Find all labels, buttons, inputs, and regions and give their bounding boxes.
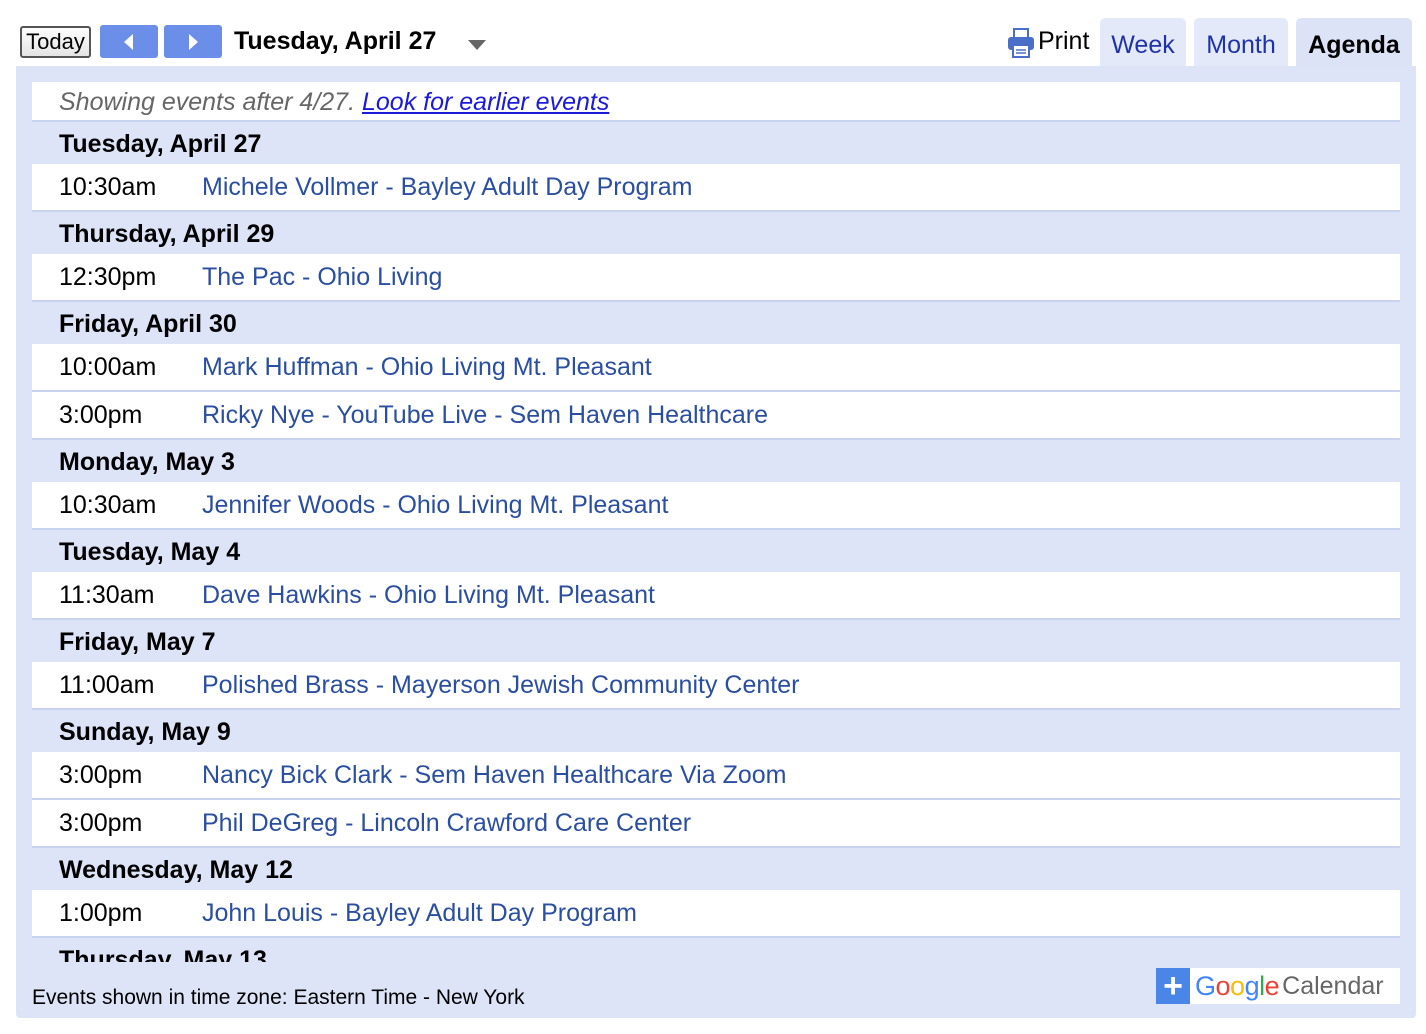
event-row[interactable]: 12:30pm The Pac - Ohio Living (32, 254, 1400, 302)
day-header: Sunday, May 9 (59, 718, 231, 746)
current-date-title: Tuesday, April 27 (234, 27, 437, 55)
event-row[interactable]: 10:30am Michele Vollmer - Bayley Adult Da… (32, 164, 1400, 212)
timezone-note: Events shown in time zone: Eastern Time … (32, 986, 525, 1009)
event-title-link[interactable]: Jennifer Woods - Ohio Living Mt. Pleasan… (202, 491, 668, 520)
previous-button[interactable] (100, 25, 158, 58)
calendar-wordmark: Calendar (1282, 971, 1384, 1000)
day-header: Tuesday, May 4 (59, 538, 241, 566)
event-time: 1:00pm (59, 898, 143, 927)
event-row[interactable]: 11:00am Polished Brass - Mayerson Jewish … (32, 662, 1400, 710)
event-title-link[interactable]: John Louis - Bayley Adult Day Program (202, 899, 637, 928)
event-title-link[interactable]: Polished Brass - Mayerson Jewish Communi… (202, 671, 799, 700)
event-time: 3:00pm (59, 760, 143, 789)
next-button[interactable] (164, 25, 222, 58)
event-title-link[interactable]: Phil DeGreg - Lincoln Crawford Care Cent… (202, 809, 691, 838)
event-title-link[interactable]: Nancy Bick Clark - Sem Haven Healthcare … (202, 761, 786, 790)
event-time: 10:00am (59, 352, 157, 381)
printer-icon (1008, 28, 1034, 58)
event-time: 12:30pm (59, 262, 157, 291)
calendar-widget: Today Tuesday, April 27 Print Week Month… (0, 0, 1426, 1034)
event-time: 3:00pm (59, 400, 143, 429)
tab-month[interactable]: Month (1194, 18, 1288, 66)
event-row[interactable]: 1:00pm John Louis - Bayley Adult Day Prog… (32, 890, 1400, 938)
event-row[interactable]: 3:00pm Phil DeGreg - Lincoln Crawford Car… (32, 800, 1400, 848)
earlier-events-link[interactable]: Look for earlier events (362, 88, 609, 116)
chevron-right-icon (189, 33, 198, 50)
event-time: 10:30am (59, 490, 157, 519)
event-time: 11:30am (59, 580, 155, 609)
event-title-link[interactable]: Dave Hawkins - Ohio Living Mt. Pleasant (202, 581, 655, 610)
day-header: Wednesday, May 12 (59, 856, 293, 884)
print-link[interactable]: Print (1006, 26, 1089, 60)
event-row[interactable]: 10:30am Jennifer Woods - Ohio Living Mt. … (32, 482, 1400, 530)
event-row[interactable]: 3:00pm Nancy Bick Clark - Sem Haven Healt… (32, 752, 1400, 800)
tab-agenda[interactable]: Agenda (1296, 18, 1412, 66)
event-time: 3:00pm (59, 808, 143, 837)
day-header: Thursday, May 13 (59, 946, 267, 962)
day-header: Thursday, April 29 (59, 220, 275, 248)
event-row[interactable]: 3:00pm Ricky Nye - YouTube Live - Sem Hav… (32, 392, 1400, 440)
calendar-toolbar: Today Tuesday, April 27 Print Week Month… (0, 0, 1426, 66)
event-title-link[interactable]: Mark Huffman - Ohio Living Mt. Pleasant (202, 353, 652, 382)
event-row[interactable]: 11:30am Dave Hawkins - Ohio Living Mt. Pl… (32, 572, 1400, 620)
event-title-link[interactable]: Michele Vollmer - Bayley Adult Day Progr… (202, 173, 692, 202)
events-range-info: Showing events after 4/27. Look for earl… (32, 82, 1400, 122)
showing-events-text: Showing events after 4/27. (59, 88, 356, 116)
today-button[interactable]: Today (20, 26, 91, 58)
tab-week[interactable]: Week (1100, 18, 1186, 66)
day-header: Friday, May 7 (59, 628, 216, 656)
agenda-days: Tuesday, April 27 10:30am Michele Vollmer … (32, 122, 1400, 962)
triangle-down-icon[interactable] (466, 38, 488, 52)
google-calendar-badge[interactable]: + Google Calendar (1156, 968, 1400, 1004)
print-label: Print (1038, 27, 1090, 55)
plus-icon: + (1156, 968, 1190, 1004)
event-time: 10:30am (59, 172, 157, 201)
agenda-list[interactable]: Showing events after 4/27. Look for earl… (32, 82, 1400, 962)
chevron-left-icon (124, 33, 133, 50)
google-logo: Google (1195, 970, 1280, 1001)
event-title-link[interactable]: Ricky Nye - YouTube Live - Sem Haven Hea… (202, 401, 768, 430)
day-header: Friday, April 30 (59, 310, 237, 338)
event-time: 11:00am (59, 670, 155, 699)
day-header: Tuesday, April 27 (59, 130, 262, 158)
event-row[interactable]: 10:00am Mark Huffman - Ohio Living Mt. Pl… (32, 344, 1400, 392)
day-header: Monday, May 3 (59, 448, 235, 476)
event-title-link[interactable]: The Pac - Ohio Living (202, 263, 442, 292)
agenda-panel: Showing events after 4/27. Look for earl… (16, 66, 1416, 1018)
